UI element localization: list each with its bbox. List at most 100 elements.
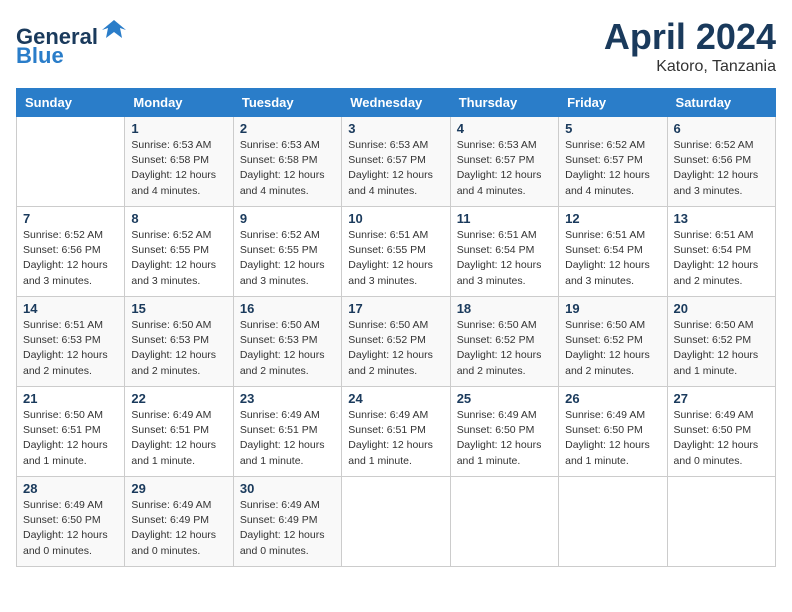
calendar-body: 1 Sunrise: 6:53 AMSunset: 6:58 PMDaylight… bbox=[17, 117, 776, 567]
day-cell: 22Sunrise: 6:49 AMSunset: 6:51 PMDayligh… bbox=[125, 387, 233, 477]
day-number: 1 bbox=[131, 121, 226, 136]
day-number: 8 bbox=[131, 211, 226, 226]
day-detail: Sunrise: 6:50 AMSunset: 6:52 PMDaylight:… bbox=[348, 319, 433, 377]
day-number: 17 bbox=[348, 301, 443, 316]
day-detail: Sunrise: 6:49 AMSunset: 6:50 PMDaylight:… bbox=[23, 499, 108, 557]
day-cell: 15 Sunrise: 6:50 AMSunset: 6:53 PMDayligh… bbox=[125, 297, 233, 387]
day-detail: Sunrise: 6:51 AMSunset: 6:54 PMDaylight:… bbox=[457, 229, 542, 287]
weekday-tuesday: Tuesday bbox=[233, 89, 341, 117]
weekday-header-row: SundayMondayTuesdayWednesdayThursdayFrid… bbox=[17, 89, 776, 117]
week-row-1: 7 Sunrise: 6:52 AMSunset: 6:56 PMDaylight… bbox=[17, 207, 776, 297]
day-cell: 1 Sunrise: 6:53 AMSunset: 6:58 PMDaylight… bbox=[125, 117, 233, 207]
day-detail: Sunrise: 6:50 AMSunset: 6:52 PMDaylight:… bbox=[565, 319, 650, 377]
day-number: 13 bbox=[674, 211, 769, 226]
week-row-3: 21 Sunrise: 6:50 AMSunset: 6:51 PMDayligh… bbox=[17, 387, 776, 477]
day-cell: 13 Sunrise: 6:51 AMSunset: 6:54 PMDayligh… bbox=[667, 207, 775, 297]
day-number: 25 bbox=[457, 391, 552, 406]
day-detail: Sunrise: 6:52 AMSunset: 6:56 PMDaylight:… bbox=[23, 229, 108, 287]
day-detail: Sunrise: 6:49 AMSunset: 6:51 PMDaylight:… bbox=[240, 409, 325, 467]
page-header: General Blue April 2024 Katoro, Tanzania bbox=[16, 16, 776, 76]
day-number: 3 bbox=[348, 121, 443, 136]
day-detail: Sunrise: 6:51 AMSunset: 6:53 PMDaylight:… bbox=[23, 319, 108, 377]
day-number: 27 bbox=[674, 391, 769, 406]
day-cell: 4 Sunrise: 6:53 AMSunset: 6:57 PMDaylight… bbox=[450, 117, 558, 207]
day-number: 22 bbox=[131, 391, 226, 406]
day-number: 29 bbox=[131, 481, 226, 496]
day-cell: 18Sunrise: 6:50 AMSunset: 6:52 PMDayligh… bbox=[450, 297, 558, 387]
weekday-monday: Monday bbox=[125, 89, 233, 117]
day-cell: 12 Sunrise: 6:51 AMSunset: 6:54 PMDayligh… bbox=[559, 207, 667, 297]
location-title: Katoro, Tanzania bbox=[604, 58, 776, 76]
day-number: 4 bbox=[457, 121, 552, 136]
day-detail: Sunrise: 6:52 AMSunset: 6:57 PMDaylight:… bbox=[565, 139, 650, 197]
day-cell: 7 Sunrise: 6:52 AMSunset: 6:56 PMDaylight… bbox=[17, 207, 125, 297]
week-row-4: 28 Sunrise: 6:49 AMSunset: 6:50 PMDayligh… bbox=[17, 477, 776, 567]
day-cell: 17 Sunrise: 6:50 AMSunset: 6:52 PMDayligh… bbox=[342, 297, 450, 387]
month-title: April 2024 bbox=[604, 16, 776, 58]
day-number: 28 bbox=[23, 481, 118, 496]
day-cell: 23 Sunrise: 6:49 AMSunset: 6:51 PMDayligh… bbox=[233, 387, 341, 477]
day-number: 23 bbox=[240, 391, 335, 406]
day-cell: 21 Sunrise: 6:50 AMSunset: 6:51 PMDayligh… bbox=[17, 387, 125, 477]
day-detail: Sunrise: 6:51 AMSunset: 6:54 PMDaylight:… bbox=[674, 229, 759, 287]
day-detail: Sunrise: 6:51 AMSunset: 6:54 PMDaylight:… bbox=[565, 229, 650, 287]
day-cell: 28 Sunrise: 6:49 AMSunset: 6:50 PMDayligh… bbox=[17, 477, 125, 567]
day-detail: Sunrise: 6:50 AMSunset: 6:53 PMDaylight:… bbox=[131, 319, 216, 377]
day-cell: 9 Sunrise: 6:52 AMSunset: 6:55 PMDaylight… bbox=[233, 207, 341, 297]
day-detail: Sunrise: 6:50 AMSunset: 6:51 PMDaylight:… bbox=[23, 409, 108, 467]
day-cell: 30Sunrise: 6:49 AMSunset: 6:49 PMDayligh… bbox=[233, 477, 341, 567]
logo: General Blue bbox=[16, 16, 128, 69]
day-detail: Sunrise: 6:49 AMSunset: 6:50 PMDaylight:… bbox=[457, 409, 542, 467]
week-row-2: 14 Sunrise: 6:51 AMSunset: 6:53 PMDayligh… bbox=[17, 297, 776, 387]
weekday-friday: Friday bbox=[559, 89, 667, 117]
day-detail: Sunrise: 6:53 AMSunset: 6:57 PMDaylight:… bbox=[457, 139, 542, 197]
weekday-sunday: Sunday bbox=[17, 89, 125, 117]
day-cell: 8 Sunrise: 6:52 AMSunset: 6:55 PMDaylight… bbox=[125, 207, 233, 297]
day-number: 19 bbox=[565, 301, 660, 316]
day-number: 18 bbox=[457, 301, 552, 316]
day-number: 26 bbox=[565, 391, 660, 406]
day-cell: 26Sunrise: 6:49 AMSunset: 6:50 PMDayligh… bbox=[559, 387, 667, 477]
day-cell bbox=[667, 477, 775, 567]
title-block: April 2024 Katoro, Tanzania bbox=[604, 16, 776, 76]
day-cell: 6 Sunrise: 6:52 AMSunset: 6:56 PMDaylight… bbox=[667, 117, 775, 207]
day-cell: 11 Sunrise: 6:51 AMSunset: 6:54 PMDayligh… bbox=[450, 207, 558, 297]
day-detail: Sunrise: 6:49 AMSunset: 6:49 PMDaylight:… bbox=[131, 499, 216, 557]
day-detail: Sunrise: 6:53 AMSunset: 6:58 PMDaylight:… bbox=[131, 139, 216, 197]
day-cell: 27 Sunrise: 6:49 AMSunset: 6:50 PMDayligh… bbox=[667, 387, 775, 477]
day-number: 11 bbox=[457, 211, 552, 226]
day-cell: 3 Sunrise: 6:53 AMSunset: 6:57 PMDaylight… bbox=[342, 117, 450, 207]
day-cell: 19 Sunrise: 6:50 AMSunset: 6:52 PMDayligh… bbox=[559, 297, 667, 387]
day-number: 5 bbox=[565, 121, 660, 136]
calendar-table: SundayMondayTuesdayWednesdayThursdayFrid… bbox=[16, 88, 776, 567]
day-detail: Sunrise: 6:52 AMSunset: 6:56 PMDaylight:… bbox=[674, 139, 759, 197]
day-detail: Sunrise: 6:49 AMSunset: 6:49 PMDaylight:… bbox=[240, 499, 325, 557]
day-number: 12 bbox=[565, 211, 660, 226]
logo-bird-icon bbox=[100, 16, 128, 44]
day-cell bbox=[342, 477, 450, 567]
weekday-wednesday: Wednesday bbox=[342, 89, 450, 117]
day-detail: Sunrise: 6:53 AMSunset: 6:58 PMDaylight:… bbox=[240, 139, 325, 197]
day-detail: Sunrise: 6:49 AMSunset: 6:51 PMDaylight:… bbox=[348, 409, 433, 467]
day-detail: Sunrise: 6:53 AMSunset: 6:57 PMDaylight:… bbox=[348, 139, 433, 197]
day-number: 14 bbox=[23, 301, 118, 316]
day-number: 7 bbox=[23, 211, 118, 226]
day-detail: Sunrise: 6:52 AMSunset: 6:55 PMDaylight:… bbox=[240, 229, 325, 287]
day-cell: 16Sunrise: 6:50 AMSunset: 6:53 PMDayligh… bbox=[233, 297, 341, 387]
day-cell: 29 Sunrise: 6:49 AMSunset: 6:49 PMDayligh… bbox=[125, 477, 233, 567]
day-number: 9 bbox=[240, 211, 335, 226]
weekday-thursday: Thursday bbox=[450, 89, 558, 117]
day-number: 21 bbox=[23, 391, 118, 406]
day-cell: 20Sunrise: 6:50 AMSunset: 6:52 PMDayligh… bbox=[667, 297, 775, 387]
day-number: 2 bbox=[240, 121, 335, 136]
day-detail: Sunrise: 6:50 AMSunset: 6:52 PMDaylight:… bbox=[674, 319, 759, 377]
day-number: 24 bbox=[348, 391, 443, 406]
day-detail: Sunrise: 6:49 AMSunset: 6:50 PMDaylight:… bbox=[674, 409, 759, 467]
day-detail: Sunrise: 6:52 AMSunset: 6:55 PMDaylight:… bbox=[131, 229, 216, 287]
day-number: 16 bbox=[240, 301, 335, 316]
day-number: 10 bbox=[348, 211, 443, 226]
day-detail: Sunrise: 6:51 AMSunset: 6:55 PMDaylight:… bbox=[348, 229, 433, 287]
day-number: 6 bbox=[674, 121, 769, 136]
day-number: 15 bbox=[131, 301, 226, 316]
day-cell: 14 Sunrise: 6:51 AMSunset: 6:53 PMDayligh… bbox=[17, 297, 125, 387]
